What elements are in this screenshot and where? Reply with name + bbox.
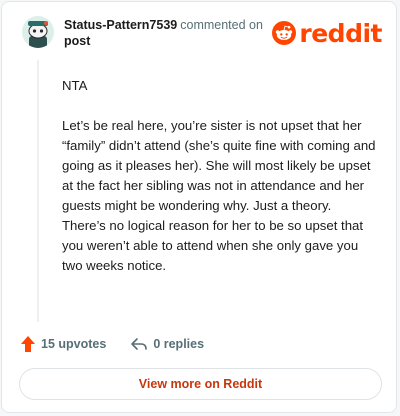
reply-arrow-icon (131, 338, 148, 350)
upvote-button[interactable]: 15 upvotes (20, 335, 106, 353)
comment-paragraph: NTA (62, 78, 88, 93)
reddit-snoo-icon (272, 21, 297, 45)
comment-header: Status-Pattern7539 commented on post redd… (22, 14, 382, 54)
post-link[interactable]: post (64, 33, 284, 49)
view-more-button[interactable]: View more on Reddit (19, 368, 382, 400)
reddit-wordmark: reddit (299, 18, 382, 48)
upvote-arrow-icon (21, 336, 35, 352)
commented-on-label: commented on (180, 18, 263, 32)
comment-actions: 15 upvotes 0 replies (20, 334, 204, 354)
embedded-comment-card: Status-Pattern7539 commented on post redd… (1, 1, 397, 413)
comment-body: NTA Let’s be real here, you’re sister is… (62, 76, 378, 296)
user-avatar[interactable] (22, 16, 54, 48)
upvote-count: 15 upvotes (41, 337, 107, 351)
thread-line[interactable] (37, 60, 39, 322)
comment-meta: Status-Pattern7539 commented on post (64, 17, 284, 49)
snoo-avatar-icon (22, 16, 54, 48)
comment-paragraph: Let’s be real here, you’re sister is not… (62, 118, 376, 273)
reply-count: 0 replies (153, 337, 205, 351)
reply-button[interactable]: 0 replies (130, 336, 204, 352)
reddit-brand[interactable]: reddit (272, 16, 382, 50)
username[interactable]: Status-Pattern7539 (64, 18, 177, 32)
